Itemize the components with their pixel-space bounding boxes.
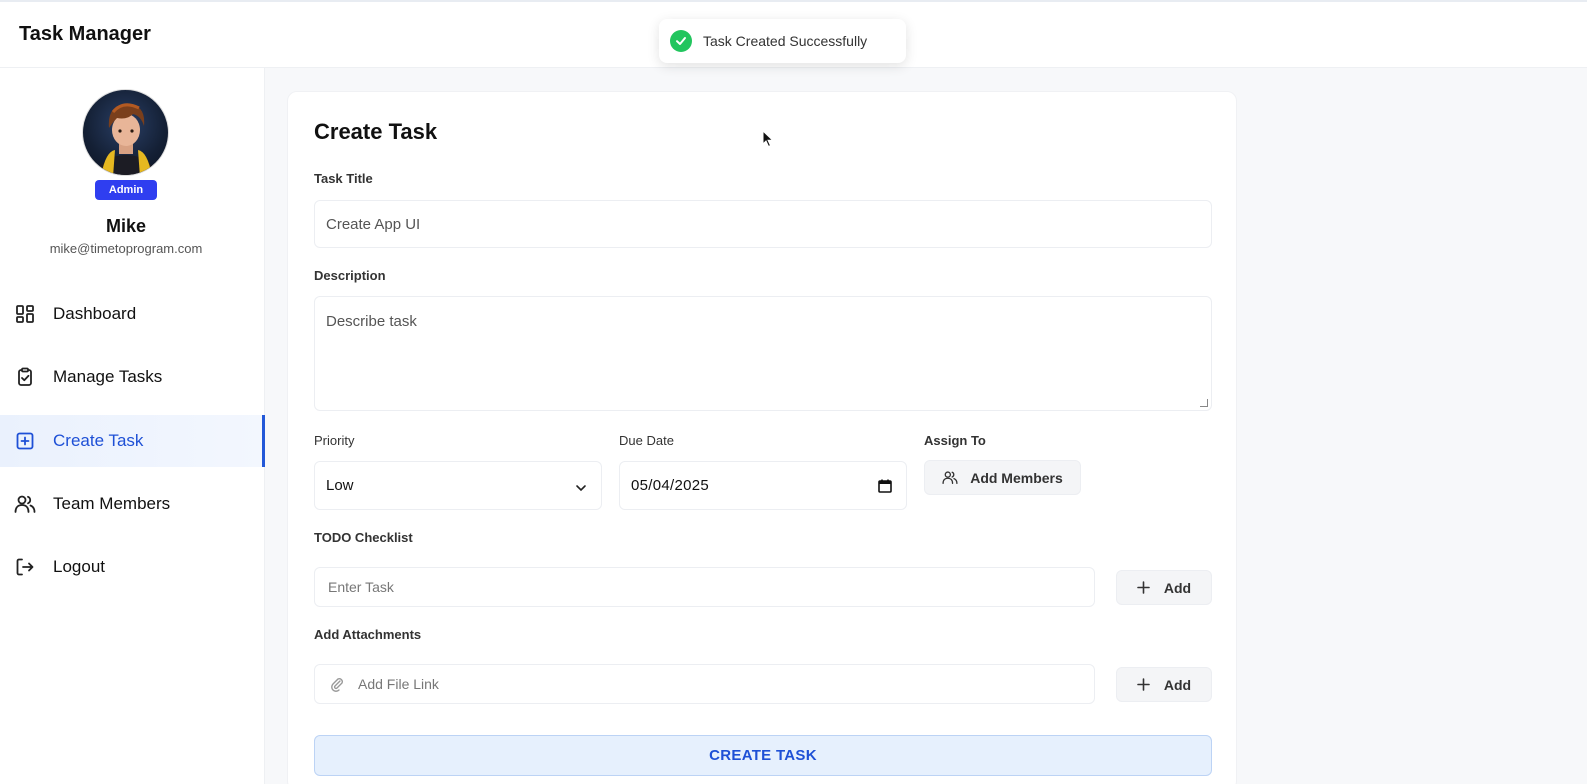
attachments-label: Add Attachments [314, 627, 422, 642]
paperclip-icon [329, 676, 345, 692]
dashboard-grid-icon [14, 303, 36, 325]
page-title: Create Task [314, 119, 438, 144]
add-attachment-button[interactable]: Add [1116, 667, 1212, 702]
priority-select[interactable]: Low [314, 461, 602, 510]
chevron-down-icon [575, 480, 587, 497]
plus-icon [1137, 581, 1150, 594]
calendar-icon[interactable] [877, 478, 893, 498]
add-attachment-label: Add [1163, 676, 1192, 693]
due-date-label: Due Date [619, 433, 674, 448]
description-placeholder: Describe task [326, 313, 417, 330]
check-circle-icon [670, 30, 692, 52]
plus-square-icon [14, 430, 36, 452]
users-icon [942, 470, 958, 485]
sidebar-item-label: Manage Tasks [53, 367, 163, 386]
add-todo-label: Add [1163, 579, 1192, 596]
plus-icon [1137, 678, 1150, 691]
todo-input[interactable]: Enter Task [314, 567, 1095, 607]
description-label: Description [314, 268, 386, 283]
users-icon [14, 493, 36, 515]
sidebar-item-logout[interactable]: Logout [0, 541, 265, 593]
resize-handle-icon[interactable] [1200, 399, 1208, 407]
sidebar-item-label: Dashboard [53, 304, 137, 323]
sidebar-item-team-members[interactable]: Team Members [0, 478, 265, 530]
mouse-cursor-icon [762, 129, 774, 153]
add-todo-button[interactable]: Add [1116, 570, 1212, 605]
file-link-input[interactable]: Add File Link [314, 664, 1095, 704]
sidebar-item-create-task[interactable]: Create Task [0, 415, 265, 467]
app-title: Task Manager [19, 23, 151, 45]
sidebar-item-label: Logout [53, 557, 105, 576]
user-name: Mike [105, 216, 147, 236]
sidebar-item-manage-tasks[interactable]: Manage Tasks [0, 351, 265, 403]
assign-to-label: Assign To [924, 433, 986, 448]
task-title-label: Task Title [314, 171, 373, 186]
priority-label: Priority [314, 433, 355, 448]
add-members-button[interactable]: Add Members [924, 460, 1081, 495]
role-badge: Admin [95, 180, 157, 200]
avatar [82, 89, 169, 176]
task-title-value: Create App UI [326, 215, 421, 233]
sidebar-item-dashboard[interactable]: Dashboard [0, 288, 265, 340]
toast-message: Task Created Successfully [703, 33, 868, 49]
priority-value: Low [326, 477, 354, 494]
description-textarea[interactable]: Describe task [314, 296, 1212, 411]
due-date-input[interactable]: 05/04/2025 [619, 461, 907, 510]
success-toast: Task Created Successfully [659, 19, 906, 63]
task-title-input[interactable]: Create App UI [314, 200, 1212, 248]
todo-placeholder: Enter Task [328, 579, 394, 595]
due-date-value: 05/04/2025 [631, 477, 710, 494]
user-email: mike@timetoprogram.com [49, 241, 203, 256]
create-task-card: Create Task Task Title Create App UI Des… [287, 91, 1237, 784]
file-link-placeholder: Add File Link [358, 676, 439, 692]
sidebar-item-label: Create Task [53, 431, 144, 450]
logout-icon [14, 556, 36, 578]
sidebar: Admin Mike mike@timetoprogram.com Dashbo… [0, 68, 265, 784]
clipboard-check-icon [14, 366, 36, 388]
todo-checklist-label: TODO Checklist [314, 530, 413, 545]
add-members-label: Add Members [970, 469, 1063, 486]
create-task-button[interactable]: CREATE TASK [314, 735, 1212, 776]
sidebar-item-label: Team Members [53, 494, 171, 513]
